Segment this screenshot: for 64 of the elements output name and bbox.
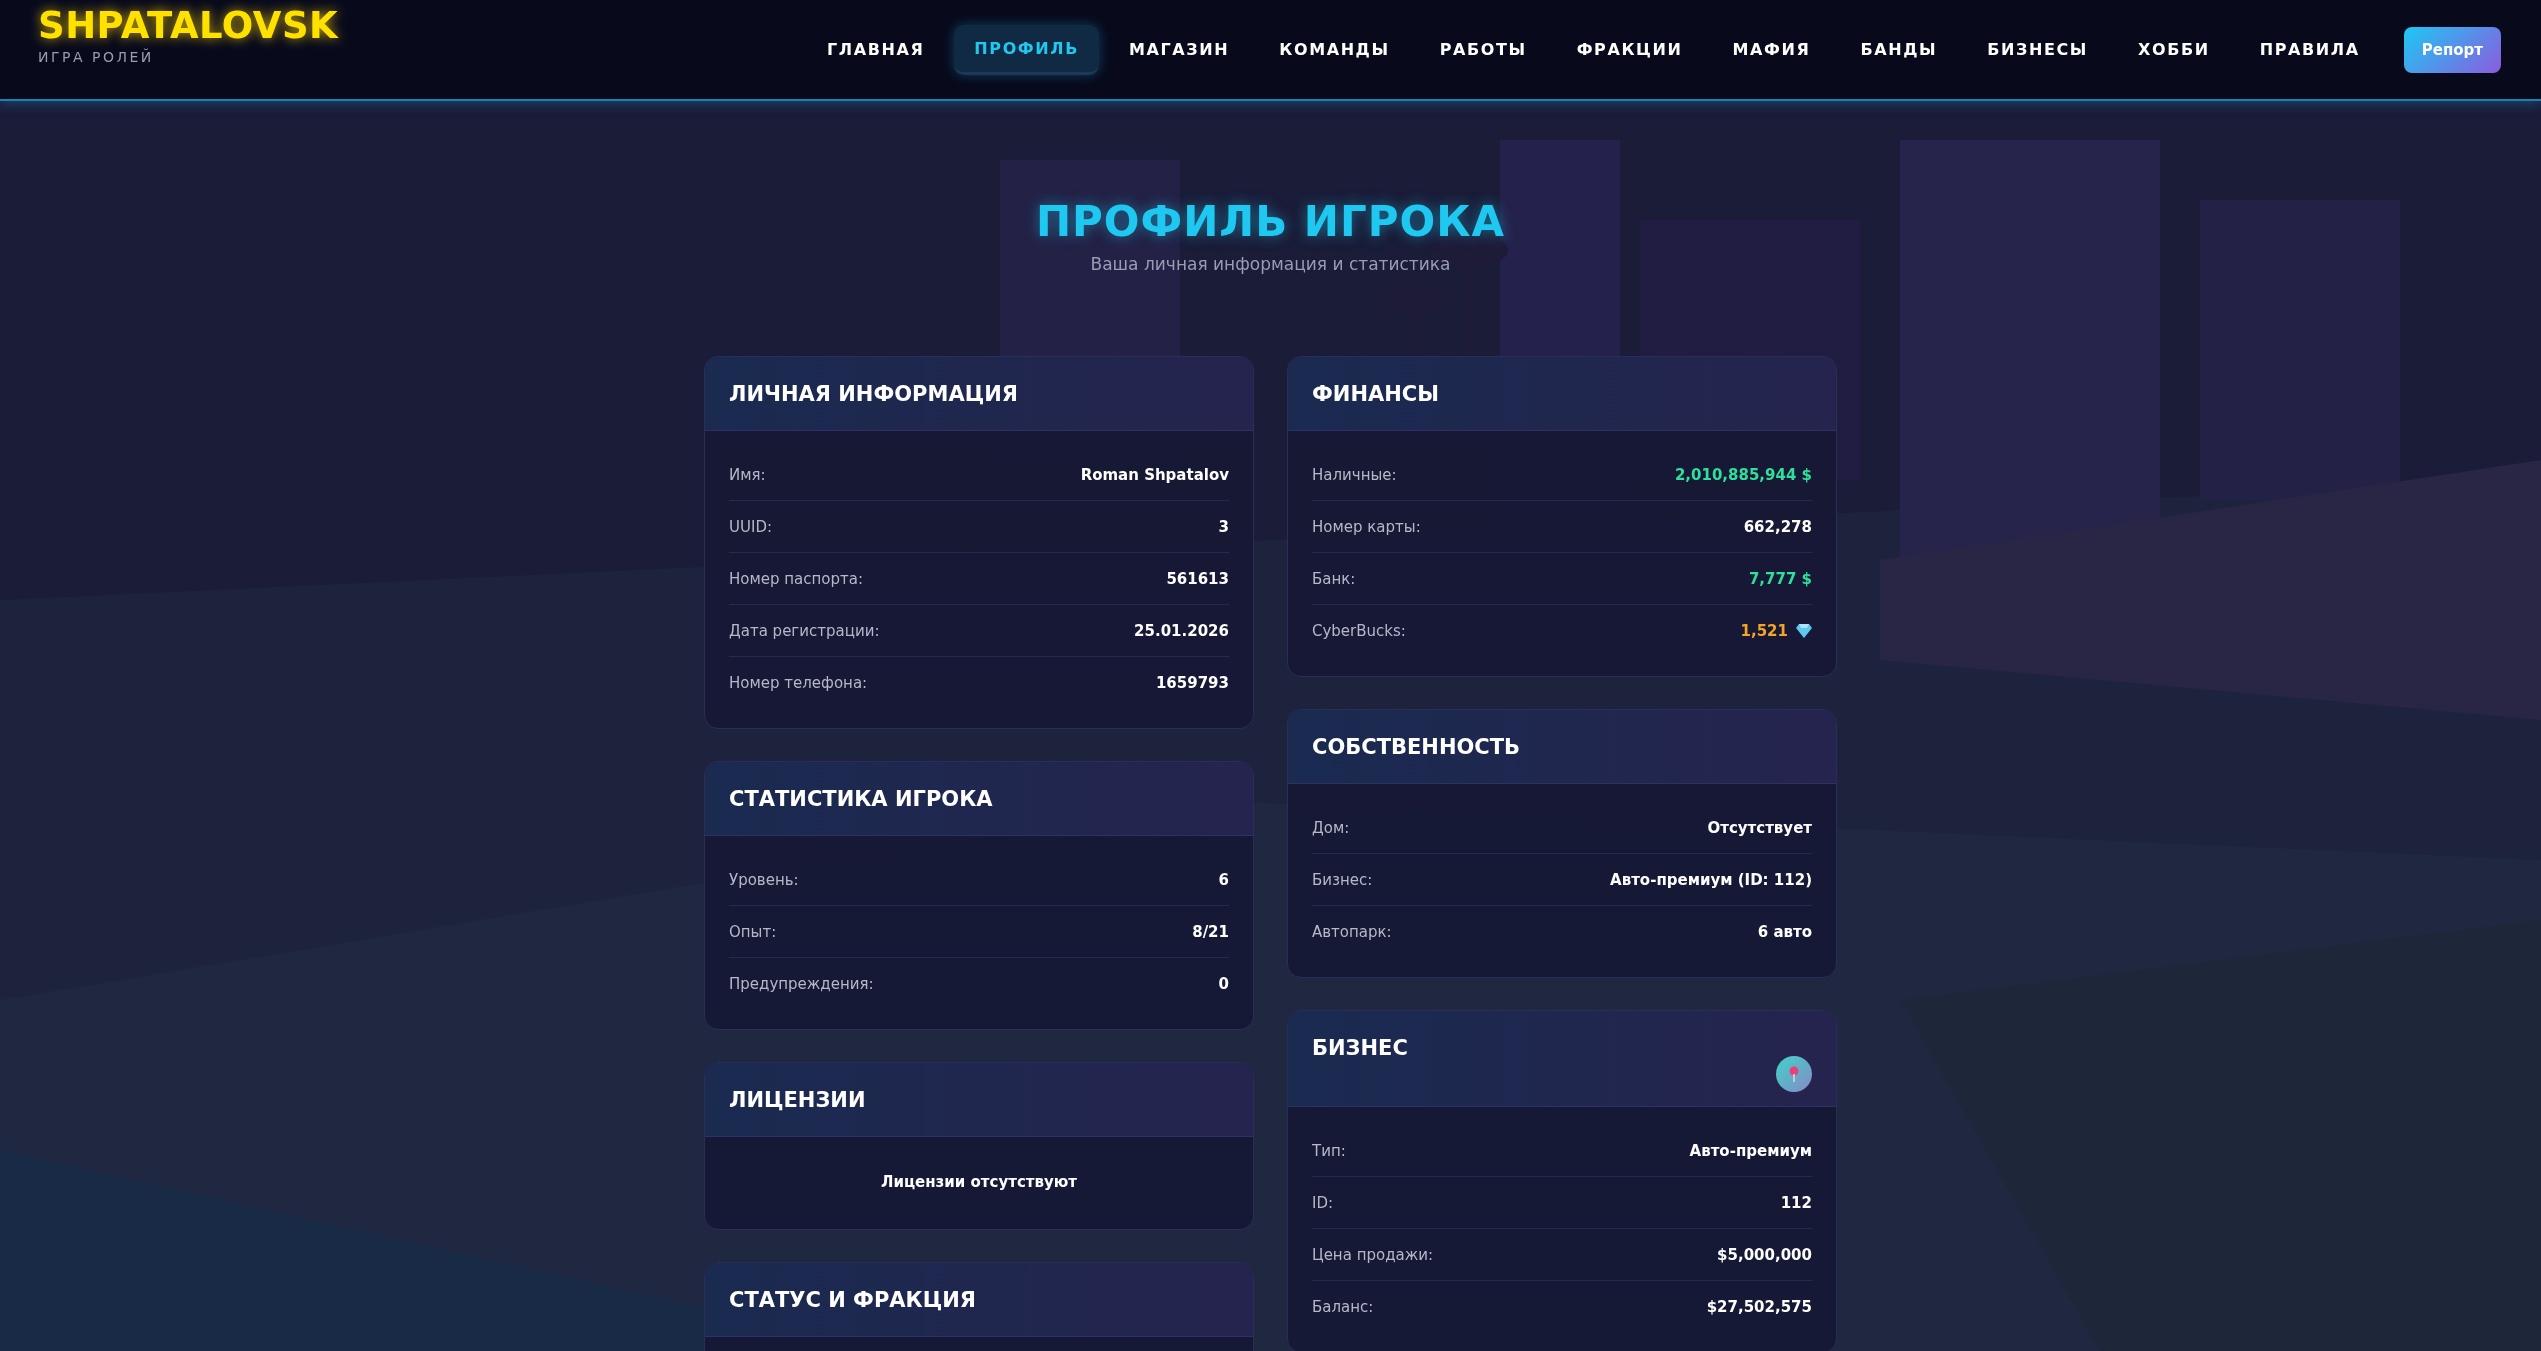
field-value: 8/21 [1192, 922, 1229, 941]
logo-subtitle: ИГРА РОЛЕЙ [38, 49, 155, 65]
field-label: Дом: [1312, 818, 1350, 837]
field-value: 25.01.2026 [1134, 621, 1229, 640]
field-value: 1659793 [1155, 673, 1229, 692]
field-value: 561613 [1166, 569, 1229, 588]
nav-tab[interactable]: БИЗНЕСЫ [1967, 26, 2109, 73]
field-label: UUID: [729, 517, 772, 536]
field-label: Бизнес: [1312, 870, 1373, 889]
field-value: 6 авто [1757, 922, 1812, 941]
field-value: 3 [1218, 517, 1229, 536]
page-subtitle: Ваша личная информация и статистика [1090, 254, 1451, 274]
field-label: Баланс: [1312, 1297, 1374, 1316]
logo-title[interactable]: SHPATALOVSK [38, 4, 339, 47]
field-value: 112 [1780, 1193, 1812, 1212]
field-value: $27,502,575 [1706, 1297, 1812, 1316]
page-title: ПРОФИЛЬ ИГРОКА [1035, 197, 1506, 246]
card-title: ЛИЧНАЯ ИНФОРМАЦИЯ [729, 382, 1018, 406]
empty-message: Лицензии отсутствуют [880, 1173, 1078, 1191]
field-value: Авто-премиум (ID: 112) [1610, 870, 1812, 889]
field-label: Наличные: [1312, 465, 1397, 484]
pin-icon [1787, 1065, 1801, 1083]
nav-tab[interactable]: РАБОТЫ [1419, 26, 1547, 73]
field-value: $5,000,000 [1717, 1245, 1812, 1264]
field-value: 0 [1218, 974, 1229, 993]
field-label: Цена продажи: [1312, 1245, 1434, 1264]
location-pin-button[interactable] [1776, 1056, 1812, 1092]
nav-tab[interactable]: ГЛАВНАЯ [807, 26, 945, 73]
field-value: Отсутствует [1707, 818, 1812, 837]
field-value: 7,777 $ [1748, 569, 1812, 588]
field-label: Дата регистрации: [729, 621, 880, 640]
field-value: Авто-премиум [1689, 1141, 1812, 1160]
field-value: 6 [1218, 870, 1229, 889]
field-label: Опыт: [729, 922, 777, 941]
card-title: СТАТУС И ФРАКЦИЯ [729, 1288, 976, 1312]
nav-tab[interactable]: ПРАВИЛА [2239, 26, 2380, 73]
field-label: ID: [1312, 1193, 1334, 1212]
field-label: Автопарк: [1312, 922, 1392, 941]
field-label: Тип: [1312, 1141, 1346, 1160]
field-label: Предупреждения: [729, 974, 874, 993]
field-label: Номер паспорта: [729, 569, 864, 588]
nav-tab[interactable]: МАГАЗИН [1109, 26, 1250, 73]
field-label: Номер телефона: [729, 673, 868, 692]
field-value: 1,521 [1740, 621, 1788, 640]
nav-tab[interactable]: КОМАНДЫ [1259, 26, 1410, 73]
diamond-icon [1796, 623, 1812, 638]
nav-tab[interactable]: МАФИЯ [1712, 26, 1831, 73]
field-value: 2,010,885,944 $ [1674, 465, 1812, 484]
nav-tab[interactable]: ПРОФИЛЬ [954, 24, 1099, 75]
field-label: Номер карты: [1312, 517, 1421, 536]
field-value: 662,278 [1743, 517, 1812, 536]
field-value: Roman Shpatalov [1080, 465, 1229, 484]
nav-tab[interactable]: ХОББИ [2118, 26, 2230, 73]
card-title: ЛИЦЕНЗИИ [729, 1088, 866, 1112]
nav-tab[interactable]: БАНДЫ [1840, 26, 1958, 73]
card-title: СОБСТВЕННОСТЬ [1312, 735, 1521, 759]
card-title: СТАТИСТИКА ИГРОКА [729, 787, 993, 811]
nav-tab[interactable]: ФРАКЦИИ [1556, 26, 1703, 73]
field-label: Имя: [729, 465, 766, 484]
field-label: CyberBucks: [1312, 621, 1406, 640]
field-label: Банк: [1312, 569, 1356, 588]
field-label: Уровень: [729, 870, 799, 889]
card-title: БИЗНЕС [1312, 1036, 1408, 1060]
card-title: ФИНАНСЫ [1312, 382, 1439, 406]
